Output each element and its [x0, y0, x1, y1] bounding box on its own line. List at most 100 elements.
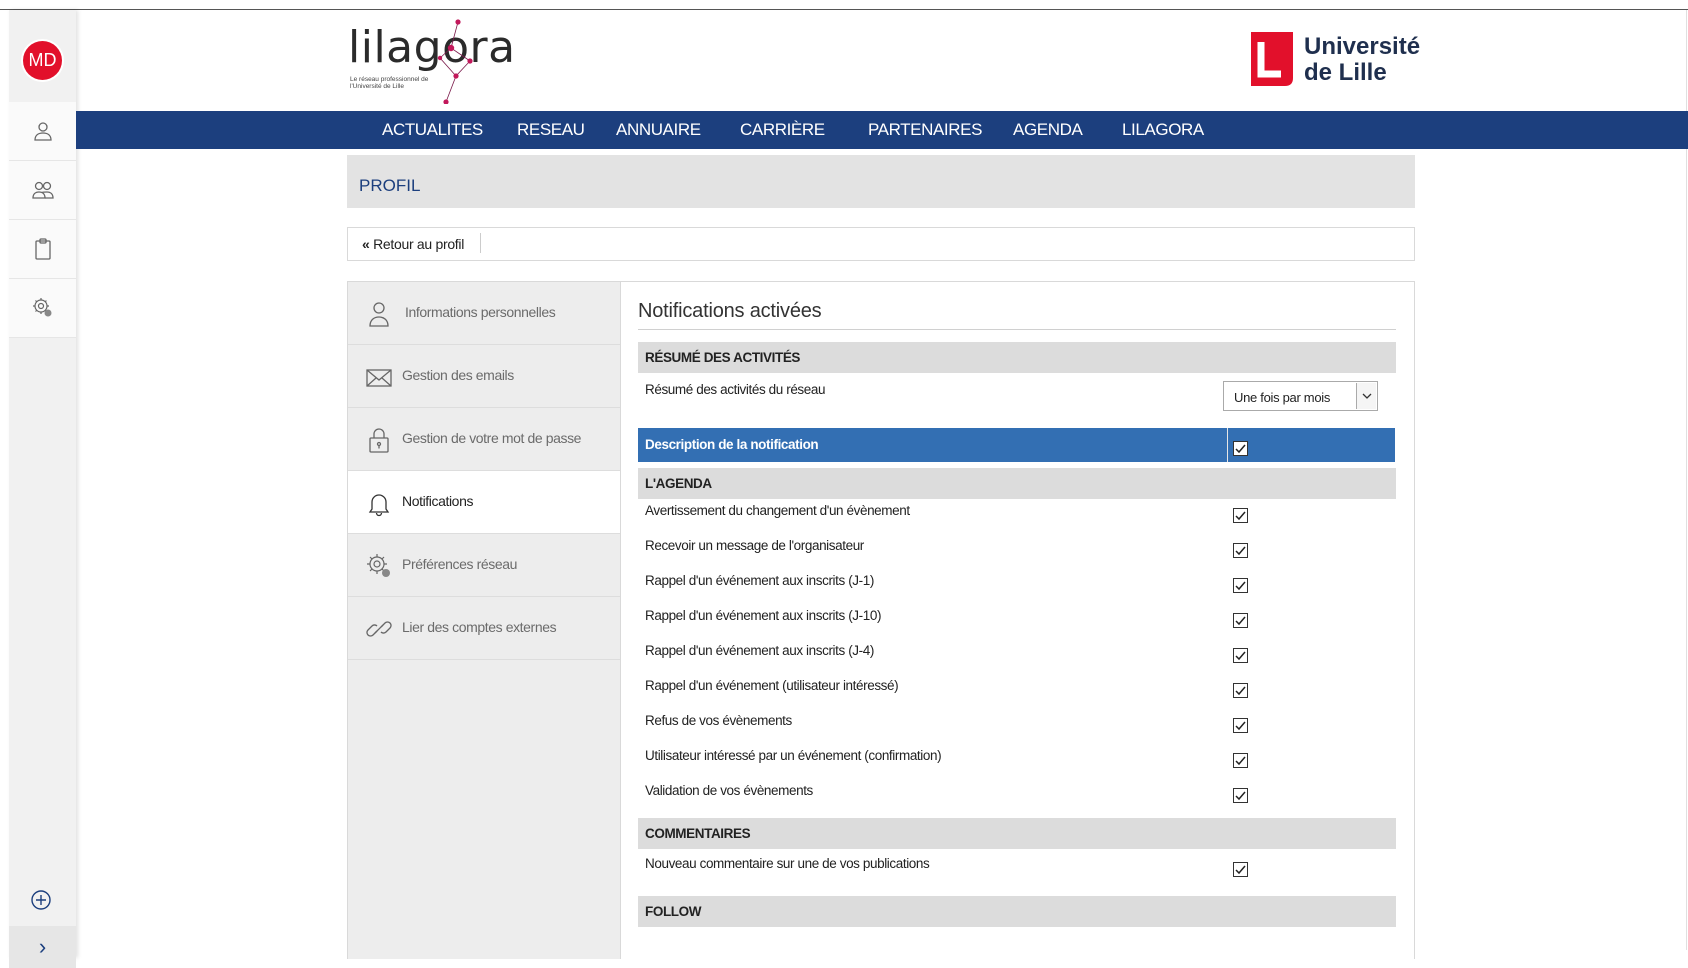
check-icon	[1235, 444, 1246, 454]
section-title: Notifications activées	[638, 300, 822, 322]
list-item-label: Avertissement du changement d'un évèneme…	[645, 503, 910, 518]
menu-item-label: Gestion de votre mot de passe	[402, 430, 582, 446]
site-header	[76, 10, 1688, 111]
avatar-initials: MD	[28, 50, 57, 70]
nav-item-reseau[interactable]: RESEAU	[517, 120, 585, 140]
nav-item-actualites[interactable]: ACTUALITES	[382, 120, 483, 140]
network-dots-icon	[437, 19, 473, 104]
settings-panel: Informations personnelles Gestion des em…	[347, 281, 1415, 959]
user-icon	[369, 302, 389, 327]
sidebar-item-network[interactable]	[9, 161, 76, 220]
nav-item-lilagora[interactable]: LILAGORA	[1122, 120, 1204, 140]
menu-item-personal-info[interactable]: Informations personnelles	[348, 282, 620, 345]
list-item-label: Rappel d'un événement aux inscrits (J-1)	[645, 573, 874, 588]
app-sidebar: MD ›	[9, 10, 76, 968]
notification-checkbox[interactable]	[1233, 578, 1248, 593]
sidebar-item-settings[interactable]	[9, 279, 76, 338]
list-item-label: Validation de vos évènements	[645, 783, 813, 798]
list-item-label: Rappel d'un événement aux inscrits (J-4)	[645, 643, 874, 658]
section-header-agenda: L'AGENDA	[638, 468, 1396, 499]
nav-item-annuaire[interactable]: ANNUAIRE	[616, 120, 701, 140]
list-item-label: Recevoir un message de l'organisateur	[645, 538, 864, 553]
back-to-profile-link[interactable]: « Retour au profil	[362, 236, 464, 252]
check-icon	[1235, 616, 1246, 626]
window-right-border	[1686, 10, 1687, 950]
notification-checkbox[interactable]	[1233, 753, 1248, 768]
breadcrumb: « Retour au profil	[347, 227, 1415, 261]
section-header-label: COMMENTAIRES	[645, 826, 751, 841]
settings-menu: Informations personnelles Gestion des em…	[348, 282, 621, 959]
sidebar-toggle-button[interactable]: ›	[9, 926, 76, 968]
divider	[638, 329, 1396, 330]
university-line-1: Université	[1304, 33, 1421, 60]
table-header-row: Description de la notification	[638, 428, 1395, 462]
link-icon	[366, 621, 392, 637]
notification-checkbox[interactable]	[1233, 862, 1248, 877]
group-icon	[31, 181, 54, 199]
envelope-icon	[366, 369, 392, 387]
user-icon	[33, 122, 52, 141]
section-header-label: FOLLOW	[645, 904, 702, 919]
select-all-checkbox[interactable]	[1233, 441, 1248, 456]
universite-lille-logo[interactable]: Université de Lille	[1247, 30, 1420, 90]
nav-item-agenda[interactable]: AGENDA	[1013, 120, 1083, 140]
chevron-right-icon: ›	[38, 934, 47, 959]
notification-checkbox[interactable]	[1233, 543, 1248, 558]
description-column-label: Description de la notification	[645, 437, 819, 452]
divider	[480, 233, 481, 253]
notification-checkbox[interactable]	[1233, 718, 1248, 733]
clipboard-icon	[34, 238, 51, 260]
list-item-label: Utilisateur intéressé par un événement (…	[645, 748, 942, 763]
section-header-label: RÉSUMÉ DES ACTIVITÉS	[645, 350, 801, 365]
notification-checkbox[interactable]	[1233, 508, 1248, 523]
notification-checkbox[interactable]	[1233, 648, 1248, 663]
notification-checkbox[interactable]	[1233, 683, 1248, 698]
menu-item-network-preferences[interactable]: Préférences réseau	[348, 534, 620, 597]
sidebar-item-profile[interactable]	[9, 102, 76, 161]
plus-circle-icon	[31, 890, 51, 910]
section-header-label: L'AGENDA	[645, 476, 712, 491]
menu-item-label: Notifications	[402, 493, 474, 509]
check-icon	[1235, 686, 1246, 696]
university-line-2: de Lille	[1304, 59, 1387, 86]
nav-item-partenaires[interactable]: PARTENAIRES	[868, 120, 982, 140]
ulille-brand-icon	[1251, 32, 1293, 86]
frequency-select[interactable]: Une fois par mois	[1223, 381, 1378, 411]
menu-item-notifications[interactable]: Notifications	[348, 471, 620, 534]
menu-item-label: Lier des comptes externes	[402, 619, 557, 635]
lock-icon	[369, 428, 389, 453]
row-label-resume: Résumé des activités du réseau	[645, 382, 826, 397]
divider	[1227, 428, 1228, 462]
page-title-bar: PROFIL	[347, 155, 1415, 208]
section-header-resume: RÉSUMÉ DES ACTIVITÉS	[638, 342, 1396, 373]
menu-item-label: Informations personnelles	[405, 304, 556, 320]
list-item-label: Refus de vos évènements	[645, 713, 792, 728]
section-header-commentaires: COMMENTAIRES	[638, 818, 1396, 849]
double-chevron-left-icon: «	[362, 236, 370, 252]
list-item-label: Rappel d'un événement aux inscrits (J-10…	[645, 608, 882, 623]
check-icon	[1235, 546, 1246, 556]
menu-item-label: Préférences réseau	[402, 556, 517, 572]
university-name: Université de Lille	[1304, 34, 1420, 86]
menu-item-password[interactable]: Gestion de votre mot de passe	[348, 408, 620, 471]
avatar[interactable]: MD	[23, 41, 62, 80]
lilagora-logo[interactable]: lilagora Le réseau professionnel de l'Un…	[348, 18, 515, 104]
sidebar-item-documents[interactable]	[9, 220, 76, 279]
section-header-follow: FOLLOW	[638, 896, 1396, 927]
menu-item-external-accounts[interactable]: Lier des comptes externes	[348, 597, 620, 660]
check-icon	[1235, 651, 1246, 661]
list-item-label: Nouveau commentaire sur une de vos publi…	[645, 856, 930, 871]
back-link-label: Retour au profil	[373, 236, 465, 252]
logo-subtitle: Le réseau professionnel de l'Université …	[350, 76, 429, 90]
notification-checkbox[interactable]	[1233, 788, 1248, 803]
notification-checkbox[interactable]	[1233, 613, 1248, 628]
check-icon	[1235, 581, 1246, 591]
menu-item-emails[interactable]: Gestion des emails	[348, 345, 620, 408]
bell-icon	[368, 494, 390, 517]
settings-icon	[367, 554, 390, 577]
add-button[interactable]	[30, 889, 52, 916]
check-icon	[1235, 511, 1246, 521]
nav-item-carriere[interactable]: CARRIÈRE	[740, 120, 825, 140]
page-title: PROFIL	[359, 176, 421, 195]
list-item-label: Rappel d'un événement (utilisateur intér…	[645, 678, 899, 693]
